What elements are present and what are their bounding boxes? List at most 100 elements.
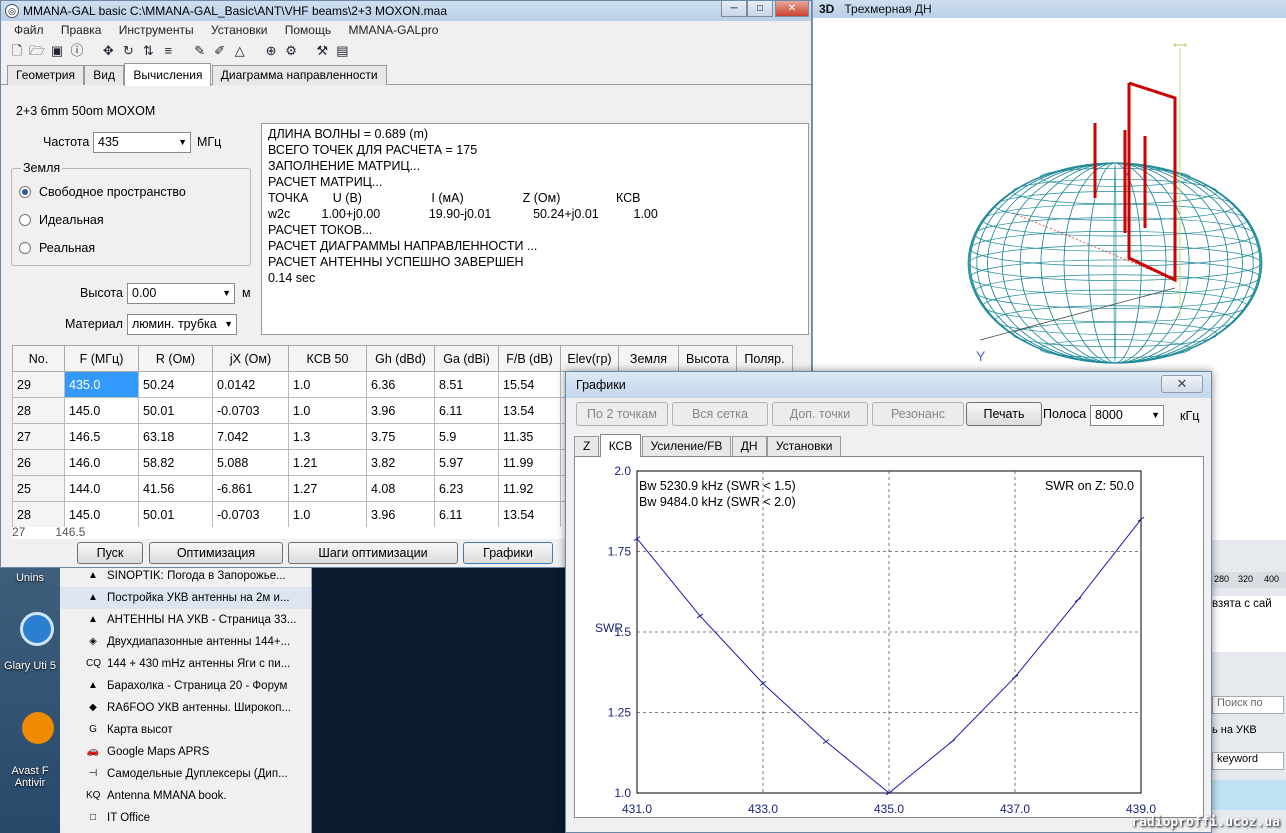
table-cell[interactable]: 11.92 [498, 475, 561, 502]
radio-ideal[interactable]: Идеальная [19, 213, 104, 227]
grid-icon[interactable]: ▤ [332, 41, 352, 61]
table-cell[interactable]: 27 [12, 423, 65, 450]
table-cell[interactable]: 28 [12, 397, 65, 424]
tab-pattern[interactable]: Диаграмма направленности [211, 65, 387, 85]
table-cell[interactable]: 58.82 [138, 449, 213, 476]
two-points-button[interactable]: По 2 точкам [576, 402, 668, 426]
bookmark-item[interactable]: G Карта высот [60, 719, 311, 741]
maximize-button[interactable]: □ [747, 1, 773, 17]
table-cell[interactable]: -0.0703 [212, 397, 289, 424]
table-cell[interactable]: 11.35 [498, 423, 561, 450]
table-cell[interactable]: 1.21 [288, 449, 367, 476]
table-cell[interactable]: 1.0 [288, 397, 367, 424]
column-header[interactable]: Земля [618, 345, 679, 372]
table-cell[interactable]: 29 [12, 371, 65, 398]
bookmark-item[interactable]: KQ Antenna MMANA book. [60, 785, 311, 807]
move-icon[interactable]: ✥ [98, 41, 118, 61]
table-cell[interactable]: 146.5 [64, 423, 139, 450]
minimize-button[interactable]: ─ [721, 1, 747, 17]
tab-geometry[interactable]: Геометрия [7, 65, 84, 85]
bookmark-item[interactable]: ◆ RA6FOO УКВ антенны. Широкоп... [60, 697, 311, 719]
tab-calculation[interactable]: Вычисления [124, 63, 212, 86]
bookmark-item[interactable]: ◈ Двухдиапазонные антенны 144+... [60, 631, 311, 653]
table-cell[interactable]: 3.96 [366, 397, 435, 424]
optimize-button[interactable]: Оптимизация [149, 542, 283, 564]
close-icon[interactable]: ✕ [1161, 375, 1203, 393]
table-cell[interactable]: 3.82 [366, 449, 435, 476]
table-cell[interactable]: 1.3 [288, 423, 367, 450]
menu-pro[interactable]: MMANA-GALpro [341, 21, 445, 39]
table-cell[interactable]: 6.11 [434, 397, 499, 424]
zoom-tab[interactable]: 400 [1264, 574, 1279, 584]
table-cell[interactable]: 8.51 [434, 371, 499, 398]
column-header[interactable]: No. [12, 345, 65, 372]
table-cell[interactable]: 41.56 [138, 475, 213, 502]
column-header[interactable]: Elev(гр) [560, 345, 619, 372]
table-cell[interactable]: 5.088 [212, 449, 289, 476]
bookmark-item[interactable]: □ IT Office [60, 807, 311, 829]
edit-icon[interactable]: ✎ [190, 41, 210, 61]
tab-swr[interactable]: КСВ [599, 434, 642, 457]
table-cell[interactable]: 4.08 [366, 475, 435, 502]
column-header[interactable]: Ga (dBi) [434, 345, 499, 372]
tab-z[interactable]: Z [574, 436, 600, 456]
table-cell[interactable]: 28 [12, 501, 65, 528]
zoom-tab[interactable]: 280 [1214, 574, 1229, 584]
table-cell[interactable]: 1.0 [288, 371, 367, 398]
print-button[interactable]: Печать [966, 402, 1042, 426]
extra-points-button[interactable]: Доп. точки [772, 402, 868, 426]
table-cell[interactable]: 145.0 [64, 397, 139, 424]
bookmark-item[interactable]: ▲ Постройка УКВ антенны на 2м и... [60, 587, 311, 609]
table-cell[interactable]: 3.96 [366, 501, 435, 528]
tab-view[interactable]: Вид [84, 65, 125, 85]
bookmark-item[interactable]: ▲ АНТЕННЫ НА УКВ - Страница 33... [60, 609, 311, 631]
material-select[interactable]: люмин. трубка ▼ [127, 314, 237, 335]
column-header[interactable]: КСВ 50 [288, 345, 367, 372]
bookmark-item[interactable]: CQ 144 + 430 mHz антенны Яги с пи... [60, 653, 311, 675]
column-header[interactable]: Gh (dBd) [366, 345, 435, 372]
menu-tools[interactable]: Инструменты [112, 21, 201, 39]
scale-icon[interactable]: ⇅ [138, 41, 158, 61]
table-cell[interactable]: 13.54 [498, 501, 561, 528]
tools-icon[interactable]: ⚒ [312, 41, 332, 61]
desktop-icon-avast[interactable]: Avast F Antivir [0, 765, 60, 789]
band-select[interactable]: 8000 ▼ [1090, 405, 1164, 426]
desktop-icon-glary[interactable]: Glary Uti 5 [0, 660, 60, 672]
full-grid-button[interactable]: Вся сетка [672, 402, 768, 426]
bookmark-item[interactable]: ▲ SINOPTIK: Погода в Запорожье... [60, 565, 311, 587]
bookmark-item[interactable]: ▲ Барахолка - Страница 20 - Форум [60, 675, 311, 697]
optimization-steps-button[interactable]: Шаги оптимизации [288, 542, 458, 564]
open-folder-icon[interactable]: 🗁 [27, 41, 47, 61]
new-file-icon[interactable]: 🗋 [7, 41, 27, 61]
radio-free-space[interactable]: Свободное пространство [19, 185, 186, 199]
column-header[interactable]: jX (Ом) [212, 345, 289, 372]
tab-gain-fb[interactable]: Усиление/FB [641, 436, 732, 456]
bookmark-item[interactable]: 🚗 Google Maps APRS [60, 741, 311, 763]
table-cell[interactable]: -0.0703 [212, 501, 289, 528]
table-cell[interactable]: 435.0 [64, 371, 139, 398]
table-cell[interactable]: 15.54 [498, 371, 561, 398]
table-cell[interactable]: 1.0 [288, 501, 367, 528]
menu-help[interactable]: Помощь [278, 21, 338, 39]
tab-pattern[interactable]: ДН [731, 436, 767, 456]
table-cell[interactable]: 50.01 [138, 501, 213, 528]
table-cell[interactable]: 144.0 [64, 475, 139, 502]
menu-file[interactable]: Файл [7, 21, 51, 39]
table-cell[interactable]: 50.01 [138, 397, 213, 424]
table-cell[interactable]: 6.36 [366, 371, 435, 398]
table-cell[interactable]: 0.0142 [212, 371, 289, 398]
zoom-tab[interactable]: 320 [1238, 574, 1253, 584]
wires-icon[interactable]: ≡ [158, 41, 178, 61]
table-cell[interactable]: 6.11 [434, 501, 499, 528]
height-select[interactable]: 0.00 ▼ [127, 283, 235, 304]
start-button[interactable]: Пуск [77, 542, 143, 564]
column-header[interactable]: Поляр. [736, 345, 793, 372]
column-header[interactable]: F/B (dB) [498, 345, 561, 372]
frequency-select[interactable]: 435 ▼ [93, 132, 191, 153]
triangle-icon[interactable]: △ [230, 41, 250, 61]
avast-icon[interactable] [22, 712, 54, 744]
table-cell[interactable]: 50.24 [138, 371, 213, 398]
tab-settings[interactable]: Установки [766, 436, 842, 456]
table-cell[interactable]: 26 [12, 449, 65, 476]
table-cell[interactable]: 6.23 [434, 475, 499, 502]
